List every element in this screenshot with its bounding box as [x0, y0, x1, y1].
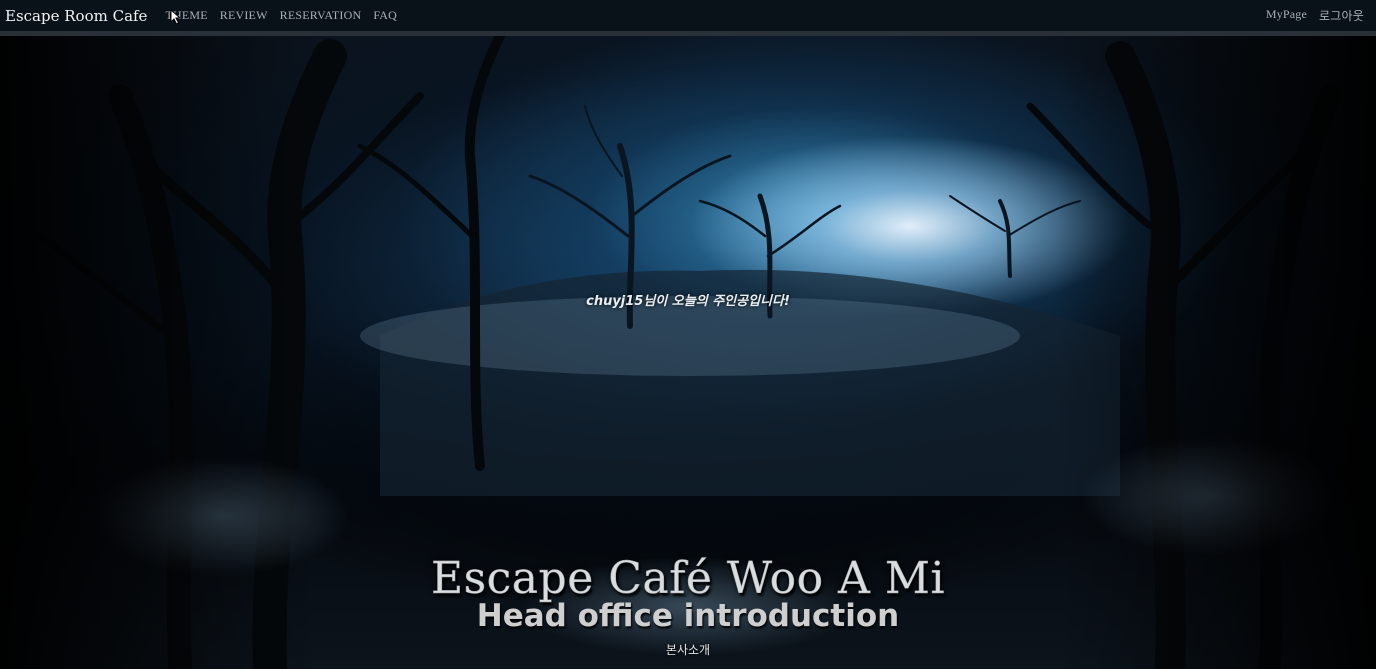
nav-reservation[interactable]: RESERVATION: [280, 8, 362, 23]
hero-title: Escape Café Woo A Mi: [430, 553, 946, 605]
hero-banner: chuyj15님이 오늘의 주인공입니다! Escape Café Woo A …: [0, 36, 1376, 669]
logout-link[interactable]: 로그아웃: [1319, 7, 1364, 24]
nav-review[interactable]: REVIEW: [220, 8, 268, 23]
hero-korean-label[interactable]: 본사소개: [0, 641, 1376, 658]
hero-subtitle: Head office introduction: [476, 598, 900, 634]
mouse-pointer-icon: [170, 9, 182, 25]
top-navbar: Escape Room Cafe THEME REVIEW RESERVATIO…: [0, 0, 1376, 36]
main-nav: THEME REVIEW RESERVATION FAQ: [165, 8, 397, 23]
welcome-message: chuyj15님이 오늘의 주인공입니다!: [586, 294, 790, 309]
user-nav: MyPage 로그아웃: [1266, 7, 1364, 24]
nav-faq[interactable]: FAQ: [373, 8, 397, 23]
mypage-link[interactable]: MyPage: [1266, 7, 1307, 24]
brand-link[interactable]: Escape Room Cafe: [5, 7, 147, 25]
